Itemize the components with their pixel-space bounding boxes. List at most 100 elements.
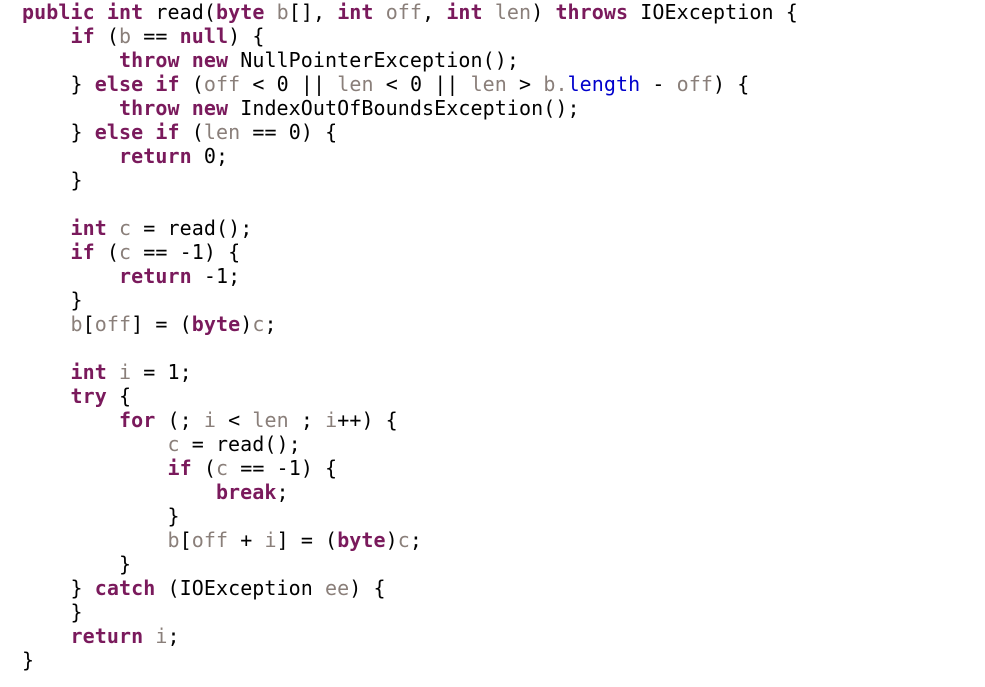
code-token-plain: [ [179, 528, 192, 552]
code-token-kw: if [167, 456, 192, 480]
code-token-plain: == [131, 24, 180, 48]
code-token-plain: > [506, 72, 544, 96]
code-token-plain: == - [131, 240, 192, 264]
code-token-plain: ) { [300, 120, 338, 144]
code-line: } [0, 600, 985, 624]
code-token-var: i [325, 408, 338, 432]
code-token-plain: == - [228, 456, 289, 480]
code-token-plain: { [106, 384, 132, 408]
code-token-plain: ; [288, 408, 326, 432]
code-token-var: c [118, 216, 132, 240]
code-token-kw: if [155, 72, 180, 96]
code-token-kw: return [118, 264, 192, 288]
code-token-plain: } [70, 168, 83, 192]
code-token-kw: return [118, 144, 192, 168]
code-token-plain: , [422, 0, 447, 24]
code-line: try { [0, 384, 985, 408]
code-line: c = read(); [0, 432, 985, 456]
code-line: } [0, 504, 985, 528]
code-token-kw: int [337, 0, 374, 24]
code-token-var: i [118, 360, 132, 384]
code-line: public int read(byte b[], int off, int l… [0, 0, 985, 24]
code-line: return -1; [0, 264, 985, 288]
code-token-kw: public [22, 0, 95, 24]
code-token-plain: || [422, 72, 471, 96]
code-token-plain: = [131, 360, 168, 384]
code-token-plain: - [640, 72, 677, 96]
code-line: if (c == -1) { [0, 456, 985, 480]
code-token-num: 0 [409, 72, 423, 96]
code-token-plain: == [240, 120, 289, 144]
code-token-var: off [385, 0, 423, 24]
code-token-var: i [155, 624, 168, 648]
code-token-plain: read( [143, 0, 216, 24]
code-token-plain: ; [276, 480, 289, 504]
code-token-kw: byte [215, 0, 265, 24]
code-token-plain: (; [155, 408, 204, 432]
code-token-plain: ++) { [337, 408, 398, 432]
code-line: for (; i < len ; i++) { [0, 408, 985, 432]
code-token-kw: if [70, 240, 95, 264]
code-token-kw: return [70, 624, 144, 648]
code-token-var: b [543, 72, 556, 96]
code-line: throw new IndexOutOfBoundsException(); [0, 96, 985, 120]
code-token-kw: int [446, 0, 483, 24]
code-line: break; [0, 480, 985, 504]
code-token-plain: = read(); [131, 216, 253, 240]
code-line: int i = 1; [0, 360, 985, 384]
code-token-kw: throws [555, 0, 629, 24]
code-token-var: i [203, 408, 216, 432]
code-token-plain: IndexOutOfBoundsException(); [228, 96, 580, 120]
code-line: } [0, 552, 985, 576]
code-token-kw: int [70, 360, 107, 384]
code-token-plain: ) { [713, 72, 750, 96]
code-line: int c = read(); [0, 216, 985, 240]
code-line: b[off + i] = (byte)c; [0, 528, 985, 552]
code-token-var: b [70, 312, 83, 336]
code-token-var: len [203, 120, 241, 144]
code-token-plain: } [22, 648, 35, 672]
code-token-plain: = read(); [179, 432, 301, 456]
code-token-plain: ; [167, 624, 180, 648]
code-token-plain: } [70, 288, 83, 312]
code-token-var: b [276, 0, 289, 24]
code-token-kw: null [179, 24, 229, 48]
code-line: } [0, 168, 985, 192]
code-token-plain: ) [385, 528, 398, 552]
code-token-kw: throw [118, 48, 180, 72]
code-token-plain: ) { [203, 240, 241, 264]
code-token-num: 1 [191, 240, 204, 264]
code-token-plain: ) { [300, 456, 338, 480]
code-token-plain: ; [264, 312, 277, 336]
code-listing[interactable]: public int read(byte b[], int off, int l… [0, 0, 985, 687]
code-token-plain: IOException { [628, 0, 798, 24]
code-token-var: c [397, 528, 410, 552]
code-token-kw: break [215, 480, 277, 504]
code-token-kw: try [70, 384, 107, 408]
code-token-kw: byte [337, 528, 386, 552]
code-token-var: len [252, 408, 289, 432]
code-token-var: b [167, 528, 180, 552]
code-token-plain: ) { [349, 576, 386, 600]
